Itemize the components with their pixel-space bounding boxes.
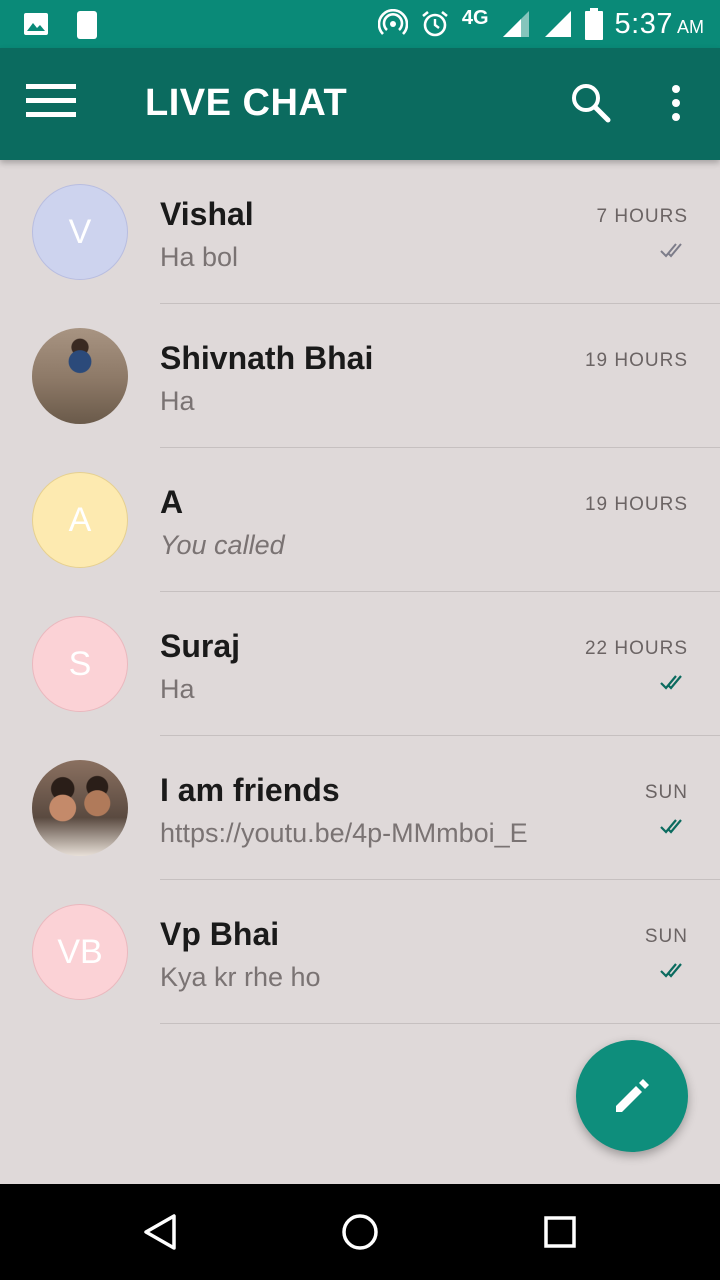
chat-name: I am friends xyxy=(160,772,340,808)
chat-last-message: Ha xyxy=(160,674,195,704)
more-vert-icon xyxy=(672,85,680,121)
avatar[interactable]: A xyxy=(32,472,128,568)
home-button[interactable] xyxy=(340,1212,380,1252)
back-icon xyxy=(144,1214,176,1250)
double-check-icon xyxy=(660,243,682,258)
alarm-icon xyxy=(422,10,448,37)
chat-time: 19 HOURS xyxy=(584,494,688,515)
chat-time: SUN xyxy=(644,926,688,947)
app-bar: LIVE CHAT xyxy=(0,48,720,160)
page-title: LIVE CHAT xyxy=(145,82,348,124)
menu-icon xyxy=(26,84,76,117)
edit-icon xyxy=(616,1079,649,1112)
double-check-icon xyxy=(660,963,682,978)
chat-last-message: Ha bol xyxy=(160,242,239,272)
chat-item-vishal[interactable]: V Vishal Ha bol 7 HOURS xyxy=(0,160,720,304)
chat-item-i-am-friends[interactable]: I am friends https://youtu.be/4p-MMmboi_… xyxy=(0,736,720,880)
hotspot-icon xyxy=(377,9,408,35)
avatar[interactable] xyxy=(32,328,128,424)
chat-time: 7 HOURS xyxy=(596,206,688,227)
avatar[interactable] xyxy=(32,760,128,856)
back-button[interactable] xyxy=(140,1212,180,1252)
clock: 5:37 AM xyxy=(614,7,704,40)
chat-name: Shivnath Bhai xyxy=(160,340,374,376)
recents-button[interactable] xyxy=(540,1212,580,1252)
recents-icon xyxy=(544,1216,576,1248)
chat-last-message: Ha xyxy=(160,386,195,416)
status-bar: 4G 5:37 AM xyxy=(0,0,720,48)
home-icon xyxy=(342,1214,378,1250)
app-notification-icon xyxy=(77,11,97,39)
search-button[interactable] xyxy=(568,80,614,126)
chat-name: Vp Bhai xyxy=(160,916,280,952)
divider xyxy=(160,1023,720,1024)
battery-icon xyxy=(584,8,603,40)
search-icon xyxy=(572,84,611,123)
avatar[interactable]: VB xyxy=(32,904,128,1000)
network-type: 4G xyxy=(461,6,489,29)
chat-last-message: You called xyxy=(160,530,285,560)
avatar[interactable]: S xyxy=(32,616,128,712)
chat-name: A xyxy=(160,484,184,520)
chat-item-a[interactable]: A A You called 19 HOURS xyxy=(0,448,720,592)
double-check-icon xyxy=(660,819,682,834)
chat-name: Vishal xyxy=(160,196,254,232)
chat-item-shivnath-bhai[interactable]: Shivnath Bhai Ha 19 HOURS xyxy=(0,304,720,448)
chat-item-vp-bhai[interactable]: VB Vp Bhai Kya kr rhe ho SUN xyxy=(0,880,720,1024)
chat-time: SUN xyxy=(644,782,688,803)
chat-last-message: Kya kr rhe ho xyxy=(160,962,321,992)
double-check-icon xyxy=(660,675,682,690)
chat-last-message: https://youtu.be/4p-MMmboi_E xyxy=(160,818,528,848)
navigation-bar xyxy=(0,1184,720,1280)
chat-list: V Vishal Ha bol 7 HOURS Shivnath Bhai Ha… xyxy=(0,160,720,1024)
signal-icon xyxy=(502,11,529,37)
more-options-button[interactable] xyxy=(660,80,692,126)
chat-item-suraj[interactable]: S Suraj Ha 22 HOURS xyxy=(0,592,720,736)
chat-time: 19 HOURS xyxy=(584,350,688,371)
chat-time: 22 HOURS xyxy=(584,638,688,659)
avatar[interactable]: V xyxy=(32,184,128,280)
image-icon xyxy=(24,13,48,35)
signal-icon xyxy=(544,11,571,37)
menu-button[interactable] xyxy=(26,82,86,126)
chat-name: Suraj xyxy=(160,628,241,664)
new-chat-button[interactable] xyxy=(576,1040,688,1152)
